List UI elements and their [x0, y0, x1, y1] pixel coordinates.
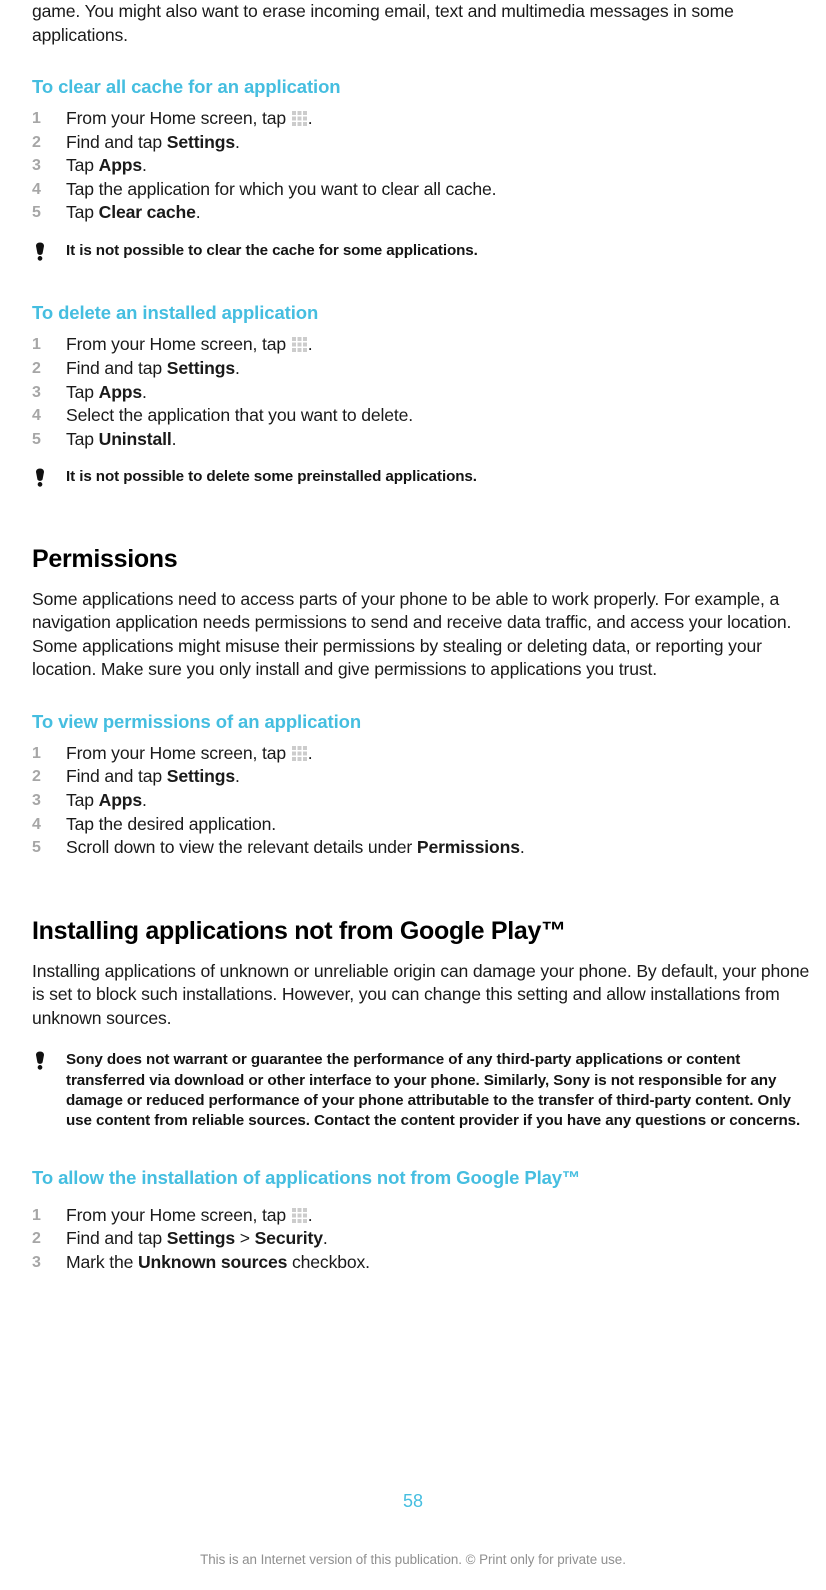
step-bold-term: Apps	[98, 155, 143, 176]
steps-allow-installation: From your Home screen, tap . Find and ta…	[32, 1204, 814, 1275]
section-heading-view-permissions: To view permissions of an application	[32, 710, 362, 732]
section-heading-allow-installation: To allow the installation of application…	[32, 1166, 581, 1188]
step-text: Tap	[66, 789, 99, 810]
step-text-post: .	[142, 381, 147, 402]
page-title-permissions: Permissions	[32, 544, 178, 573]
apps-grid-icon	[291, 1206, 307, 1223]
apps-grid-icon	[291, 109, 307, 126]
step-bold-term: Uninstall	[98, 428, 172, 449]
step-text-post: .	[519, 837, 525, 858]
step-bold-term: Apps	[98, 789, 143, 810]
step-bold-term: Settings	[166, 131, 235, 152]
step-item: Tap Apps.	[32, 789, 814, 813]
step-text: Scroll down to view the relevant details…	[66, 837, 417, 858]
page-number: 58	[402, 1491, 424, 1511]
footer-disclaimer: This is an Internet version of this publ…	[200, 1552, 626, 1567]
step-text-post: .	[307, 742, 313, 763]
step-text: Tap the application for which you want t…	[66, 178, 497, 199]
step-item: Select the application that you want to …	[32, 404, 814, 428]
step-text-post: .	[307, 108, 313, 128]
note-delete-application: It is not possible to delete some preins…	[32, 467, 814, 488]
section-heading-clear-cache: To clear all cache for an application	[32, 76, 341, 97]
step-item: From your Home screen, tap .	[32, 1204, 814, 1228]
exclamation-icon	[34, 468, 46, 488]
step-text: Tap	[66, 202, 99, 223]
step-item: Tap Apps.	[32, 381, 814, 405]
step-text: From your Home screen, tap	[66, 108, 291, 128]
step-text-post: .	[234, 357, 240, 378]
steps-view-permissions: From your Home screen, tap . Find and ta…	[32, 742, 814, 860]
step-item: From your Home screen, tap .	[32, 333, 814, 357]
step-item: From your Home screen, tap .	[32, 742, 814, 766]
step-text: Select the application that you want to …	[66, 405, 414, 426]
page-title-installing-applications: Installing applications not from Google …	[32, 916, 566, 945]
step-bold-term: Settings	[166, 357, 235, 378]
step-text-mid: >	[234, 1228, 255, 1249]
step-item: Find and tap Settings.	[32, 357, 814, 381]
intro-paragraph: game. You might also want to erase incom…	[32, 1, 734, 45]
step-text: Tap	[66, 428, 99, 449]
step-text: Tap	[66, 381, 99, 402]
step-text: From your Home screen, tap	[66, 334, 291, 355]
step-item: Find and tap Settings > Security.	[32, 1227, 814, 1251]
section-heading-delete-application: To delete an installed application	[32, 302, 319, 324]
note-sony-disclaimer: Sony does not warrant or guarantee the p…	[32, 1050, 814, 1132]
step-item: From your Home screen, tap .	[32, 107, 814, 131]
document-page: game. You might also want to erase incom…	[0, 0, 826, 1590]
note-clear-cache: It is not possible to clear the cache fo…	[32, 241, 814, 261]
step-bold-term: Unknown sources	[137, 1252, 288, 1273]
step-text-post: checkbox.	[287, 1252, 370, 1273]
step-bold-term: Settings	[166, 766, 235, 787]
note-text: It is not possible to delete some preins…	[66, 468, 477, 486]
step-item: Find and tap Settings.	[32, 765, 814, 789]
permissions-paragraph: Some applications need to access parts o…	[32, 588, 792, 680]
apps-grid-icon	[291, 335, 307, 353]
apps-grid-icon	[291, 744, 307, 761]
step-bold-term: Permissions	[416, 837, 520, 858]
step-bold-term: Settings	[166, 1228, 235, 1249]
exclamation-icon	[34, 1051, 46, 1070]
steps-clear-cache: From your Home screen, tap . Find and ta…	[32, 107, 814, 225]
note-text: It is not possible to clear the cache fo…	[66, 241, 478, 259]
steps-delete-application: From your Home screen, tap . Find and ta…	[32, 333, 814, 451]
step-text-post: .	[171, 428, 177, 449]
step-text: Find and tap	[66, 357, 167, 378]
step-text-post: .	[142, 155, 147, 176]
step-text-post: .	[234, 766, 240, 787]
step-text-post: .	[307, 1204, 313, 1225]
step-item: Scroll down to view the relevant details…	[32, 836, 814, 860]
step-text: Find and tap	[66, 131, 167, 152]
step-text-post: .	[322, 1228, 328, 1249]
step-text: From your Home screen, tap	[66, 1204, 291, 1225]
step-item: Find and tap Settings.	[32, 131, 814, 155]
step-text-post: .	[234, 131, 240, 152]
exclamation-icon	[34, 242, 46, 261]
note-text: Sony does not warrant or guarantee the p…	[66, 1051, 801, 1130]
step-text: Tap	[66, 155, 99, 176]
step-text-post: .	[142, 789, 147, 810]
step-bold-term-2: Security	[254, 1228, 323, 1249]
step-item: Tap Uninstall.	[32, 428, 814, 452]
step-text: Mark the	[66, 1252, 138, 1273]
step-item: Tap Apps.	[32, 154, 814, 178]
step-bold-term: Apps	[98, 381, 143, 402]
step-text: From your Home screen, tap	[66, 742, 291, 763]
step-text: Tap the desired application.	[66, 813, 276, 834]
step-text: Find and tap	[66, 1228, 167, 1249]
step-item: Tap the desired application.	[32, 813, 814, 837]
step-item: Mark the Unknown sources checkbox.	[32, 1251, 814, 1275]
step-text: Find and tap	[66, 766, 167, 787]
step-text-post: .	[195, 202, 201, 223]
step-bold-term: Clear cache	[98, 202, 196, 223]
step-item: Tap the application for which you want t…	[32, 178, 814, 202]
step-item: Tap Clear cache.	[32, 201, 814, 225]
installing-paragraph: Installing applications of unknown or un…	[32, 960, 810, 1028]
step-text-post: .	[307, 334, 313, 355]
